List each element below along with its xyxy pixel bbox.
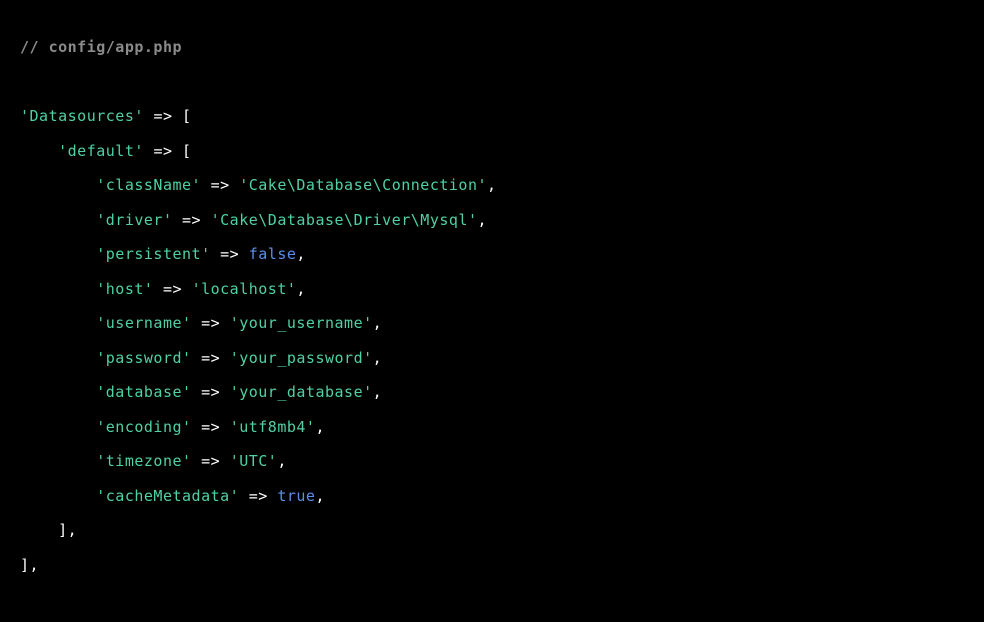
code-key: 'host' (96, 280, 153, 298)
code-close-bracket: ] (20, 556, 30, 574)
code-arrow: => (249, 487, 268, 505)
code-arrow: => (201, 314, 220, 332)
code-key: 'password' (96, 349, 191, 367)
code-arrow: => (201, 418, 220, 436)
code-key: 'database' (96, 383, 191, 401)
code-key: 'username' (96, 314, 191, 332)
code-value: 'your_password' (230, 349, 373, 367)
code-arrow: => (211, 176, 230, 194)
code-comma: , (296, 245, 306, 263)
code-block: // config/app.php 'Datasources' => [ 'de… (20, 30, 964, 582)
code-value: 'localhost' (192, 280, 297, 298)
code-comma: , (373, 349, 383, 367)
code-arrow: => (201, 383, 220, 401)
code-boolean: false (249, 245, 297, 263)
code-close-bracket: ] (58, 521, 68, 539)
code-comma: , (373, 383, 383, 401)
code-open-bracket: [ (182, 107, 192, 125)
code-value: 'your_username' (230, 314, 373, 332)
code-arrow: => (182, 211, 201, 229)
code-value: 'Cake\Database\Driver\Mysql' (211, 211, 478, 229)
code-boolean: true (277, 487, 315, 505)
code-comma: , (373, 314, 383, 332)
code-arrow: => (201, 452, 220, 470)
code-arrow: => (220, 245, 239, 263)
code-value: 'your_database' (230, 383, 373, 401)
code-key: 'cacheMetadata' (96, 487, 239, 505)
code-value: 'Cake\Database\Connection' (239, 176, 487, 194)
code-key: 'persistent' (96, 245, 210, 263)
code-arrow: => (153, 107, 172, 125)
code-comment: // config/app.php (20, 38, 182, 56)
code-key: 'timezone' (96, 452, 191, 470)
code-comma: , (315, 487, 325, 505)
code-arrow: => (201, 349, 220, 367)
code-comma: , (30, 556, 40, 574)
code-key: 'encoding' (96, 418, 191, 436)
code-key: 'driver' (96, 211, 172, 229)
code-arrow: => (163, 280, 182, 298)
code-value: 'UTC' (230, 452, 278, 470)
code-comma: , (315, 418, 325, 436)
code-arrow: => (153, 142, 172, 160)
code-value: 'utf8mb4' (230, 418, 316, 436)
code-key: 'className' (96, 176, 201, 194)
code-key: 'Datasources' (20, 107, 144, 125)
code-key: 'default' (58, 142, 144, 160)
code-comma: , (478, 211, 488, 229)
code-comma: , (277, 452, 287, 470)
code-comma: , (68, 521, 78, 539)
code-open-bracket: [ (182, 142, 192, 160)
code-comma: , (296, 280, 306, 298)
code-comma: , (487, 176, 497, 194)
